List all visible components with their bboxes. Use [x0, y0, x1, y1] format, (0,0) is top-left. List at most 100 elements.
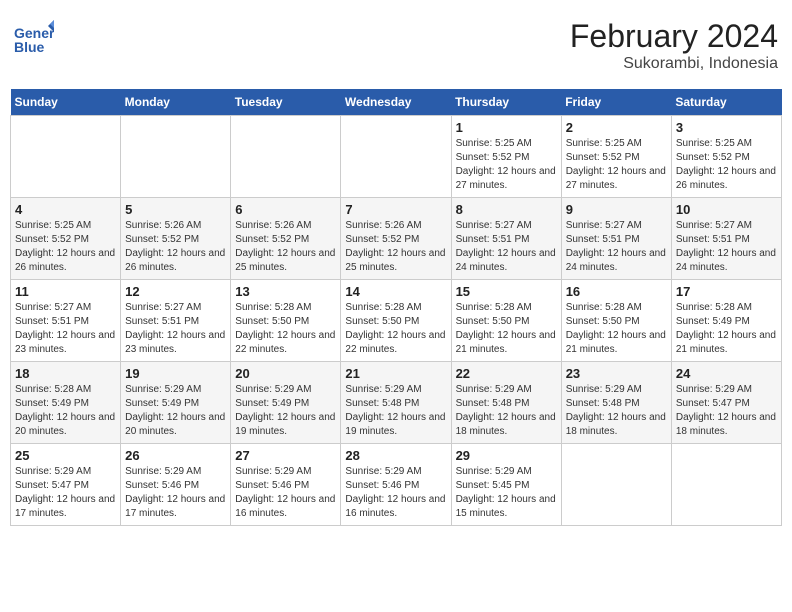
day-info: Sunrise: 5:29 AM Sunset: 5:47 PM Dayligh…	[676, 383, 777, 439]
day-info: Sunrise: 5:28 AM Sunset: 5:50 PM Dayligh…	[345, 301, 446, 357]
calendar-cell: 26 Sunrise: 5:29 AM Sunset: 5:46 PM Dayli…	[121, 444, 231, 526]
day-number: 14	[345, 284, 446, 299]
day-number: 23	[566, 366, 667, 381]
day-number: 9	[566, 202, 667, 217]
calendar-cell: 23 Sunrise: 5:29 AM Sunset: 5:48 PM Dayli…	[561, 362, 671, 444]
svg-text:Blue: Blue	[14, 39, 45, 55]
day-number: 25	[15, 448, 116, 463]
day-info: Sunrise: 5:29 AM Sunset: 5:46 PM Dayligh…	[125, 465, 226, 521]
title-block: February 2024 Sukorambi, Indonesia	[570, 18, 778, 73]
day-number: 11	[15, 284, 116, 299]
calendar-cell: 13 Sunrise: 5:28 AM Sunset: 5:50 PM Dayli…	[231, 280, 341, 362]
day-number: 17	[676, 284, 777, 299]
calendar-header-row: SundayMondayTuesdayWednesdayThursdayFrid…	[11, 89, 782, 116]
calendar-table: SundayMondayTuesdayWednesdayThursdayFrid…	[10, 89, 782, 526]
calendar-cell: 3 Sunrise: 5:25 AM Sunset: 5:52 PM Daylig…	[671, 116, 781, 198]
calendar-cell: 17 Sunrise: 5:28 AM Sunset: 5:49 PM Dayli…	[671, 280, 781, 362]
calendar-cell	[231, 116, 341, 198]
day-info: Sunrise: 5:25 AM Sunset: 5:52 PM Dayligh…	[456, 137, 557, 193]
calendar-cell: 18 Sunrise: 5:28 AM Sunset: 5:49 PM Dayli…	[11, 362, 121, 444]
day-info: Sunrise: 5:27 AM Sunset: 5:51 PM Dayligh…	[125, 301, 226, 357]
calendar-cell: 7 Sunrise: 5:26 AM Sunset: 5:52 PM Daylig…	[341, 198, 451, 280]
day-header-wednesday: Wednesday	[341, 89, 451, 116]
day-number: 3	[676, 120, 777, 135]
calendar-cell	[11, 116, 121, 198]
day-info: Sunrise: 5:28 AM Sunset: 5:50 PM Dayligh…	[456, 301, 557, 357]
calendar-cell: 24 Sunrise: 5:29 AM Sunset: 5:47 PM Dayli…	[671, 362, 781, 444]
day-number: 5	[125, 202, 226, 217]
calendar-cell: 11 Sunrise: 5:27 AM Sunset: 5:51 PM Dayli…	[11, 280, 121, 362]
calendar-cell: 21Sunrise: 5:29 AM Sunset: 5:48 PM Dayli…	[341, 362, 451, 444]
calendar-cell: 6Sunrise: 5:26 AM Sunset: 5:52 PM Daylig…	[231, 198, 341, 280]
day-number: 4	[15, 202, 116, 217]
day-number: 16	[566, 284, 667, 299]
calendar-cell	[121, 116, 231, 198]
calendar-cell: 5 Sunrise: 5:26 AM Sunset: 5:52 PM Daylig…	[121, 198, 231, 280]
day-number: 18	[15, 366, 116, 381]
day-number: 13	[235, 284, 336, 299]
day-number: 15	[456, 284, 557, 299]
day-header-thursday: Thursday	[451, 89, 561, 116]
day-number: 28	[345, 448, 446, 463]
day-info: Sunrise: 5:27 AM Sunset: 5:51 PM Dayligh…	[15, 301, 116, 357]
day-header-monday: Monday	[121, 89, 231, 116]
calendar-cell: 15 Sunrise: 5:28 AM Sunset: 5:50 PM Dayli…	[451, 280, 561, 362]
day-header-sunday: Sunday	[11, 89, 121, 116]
calendar-cell: 4 Sunrise: 5:25 AM Sunset: 5:52 PM Daylig…	[11, 198, 121, 280]
day-info: Sunrise: 5:29 AM Sunset: 5:46 PM Dayligh…	[345, 465, 446, 521]
day-number: 6	[235, 202, 336, 217]
day-info: Sunrise: 5:25 AM Sunset: 5:52 PM Dayligh…	[15, 219, 116, 275]
calendar-week-1: 1 Sunrise: 5:25 AM Sunset: 5:52 PM Daylig…	[11, 116, 782, 198]
calendar-cell: 12 Sunrise: 5:27 AM Sunset: 5:51 PM Dayli…	[121, 280, 231, 362]
calendar-cell: 22Sunrise: 5:29 AM Sunset: 5:48 PM Dayli…	[451, 362, 561, 444]
logo: General Blue	[14, 18, 58, 58]
day-number: 12	[125, 284, 226, 299]
calendar-cell: 16Sunrise: 5:28 AM Sunset: 5:50 PM Dayli…	[561, 280, 671, 362]
calendar-cell: 14 Sunrise: 5:28 AM Sunset: 5:50 PM Dayli…	[341, 280, 451, 362]
day-number: 2	[566, 120, 667, 135]
day-info: Sunrise: 5:25 AM Sunset: 5:52 PM Dayligh…	[566, 137, 667, 193]
day-number: 29	[456, 448, 557, 463]
page-subtitle: Sukorambi, Indonesia	[570, 55, 778, 73]
day-info: Sunrise: 5:27 AM Sunset: 5:51 PM Dayligh…	[456, 219, 557, 275]
calendar-cell	[671, 444, 781, 526]
calendar-week-5: 25 Sunrise: 5:29 AM Sunset: 5:47 PM Dayli…	[11, 444, 782, 526]
day-info: Sunrise: 5:29 AM Sunset: 5:45 PM Dayligh…	[456, 465, 557, 521]
day-info: Sunrise: 5:27 AM Sunset: 5:51 PM Dayligh…	[676, 219, 777, 275]
day-info: Sunrise: 5:26 AM Sunset: 5:52 PM Dayligh…	[125, 219, 226, 275]
calendar-cell	[341, 116, 451, 198]
day-info: Sunrise: 5:27 AM Sunset: 5:51 PM Dayligh…	[566, 219, 667, 275]
day-info: Sunrise: 5:29 AM Sunset: 5:46 PM Dayligh…	[235, 465, 336, 521]
calendar-cell: 2 Sunrise: 5:25 AM Sunset: 5:52 PM Daylig…	[561, 116, 671, 198]
day-number: 1	[456, 120, 557, 135]
calendar-cell: 9 Sunrise: 5:27 AM Sunset: 5:51 PM Daylig…	[561, 198, 671, 280]
day-number: 10	[676, 202, 777, 217]
day-info: Sunrise: 5:29 AM Sunset: 5:49 PM Dayligh…	[235, 383, 336, 439]
calendar-cell: 8 Sunrise: 5:27 AM Sunset: 5:51 PM Daylig…	[451, 198, 561, 280]
calendar-cell: 20 Sunrise: 5:29 AM Sunset: 5:49 PM Dayli…	[231, 362, 341, 444]
day-header-friday: Friday	[561, 89, 671, 116]
day-number: 7	[345, 202, 446, 217]
day-number: 8	[456, 202, 557, 217]
day-info: Sunrise: 5:28 AM Sunset: 5:50 PM Dayligh…	[235, 301, 336, 357]
day-info: Sunrise: 5:29 AM Sunset: 5:47 PM Dayligh…	[15, 465, 116, 521]
calendar-week-4: 18 Sunrise: 5:28 AM Sunset: 5:49 PM Dayli…	[11, 362, 782, 444]
day-number: 24	[676, 366, 777, 381]
calendar-week-3: 11 Sunrise: 5:27 AM Sunset: 5:51 PM Dayli…	[11, 280, 782, 362]
day-info: Sunrise: 5:29 AM Sunset: 5:48 PM Dayligh…	[456, 383, 557, 439]
day-info: Sunrise: 5:25 AM Sunset: 5:52 PM Dayligh…	[676, 137, 777, 193]
calendar-cell: 27 Sunrise: 5:29 AM Sunset: 5:46 PM Dayli…	[231, 444, 341, 526]
day-number: 26	[125, 448, 226, 463]
day-number: 20	[235, 366, 336, 381]
calendar-week-2: 4 Sunrise: 5:25 AM Sunset: 5:52 PM Daylig…	[11, 198, 782, 280]
day-info: Sunrise: 5:28 AM Sunset: 5:49 PM Dayligh…	[676, 301, 777, 357]
calendar-cell: 19Sunrise: 5:29 AM Sunset: 5:49 PM Dayli…	[121, 362, 231, 444]
day-number: 27	[235, 448, 336, 463]
page-header: General Blue February 2024 Sukorambi, In…	[10, 10, 782, 81]
day-info: Sunrise: 5:26 AM Sunset: 5:52 PM Dayligh…	[345, 219, 446, 275]
logo-icon: General Blue	[14, 18, 54, 58]
day-info: Sunrise: 5:29 AM Sunset: 5:48 PM Dayligh…	[566, 383, 667, 439]
day-info: Sunrise: 5:28 AM Sunset: 5:49 PM Dayligh…	[15, 383, 116, 439]
calendar-cell	[561, 444, 671, 526]
day-header-tuesday: Tuesday	[231, 89, 341, 116]
